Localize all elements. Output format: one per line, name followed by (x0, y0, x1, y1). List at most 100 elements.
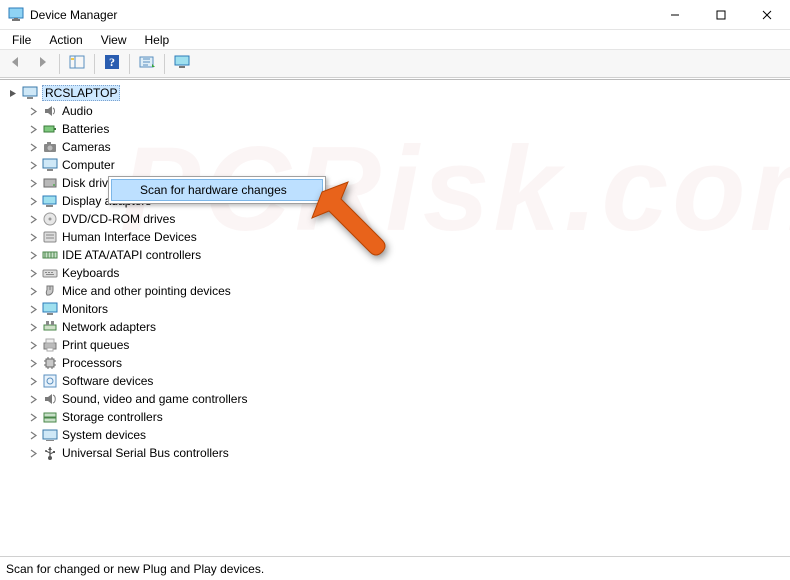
close-button[interactable] (744, 0, 790, 30)
device-category-icon (42, 445, 58, 461)
tree-item[interactable]: Cameras (26, 138, 790, 156)
tree-item[interactable]: Batteries (26, 120, 790, 138)
expander-icon[interactable] (6, 86, 20, 100)
expander-icon[interactable] (26, 392, 40, 406)
toolbar-separator (164, 54, 165, 74)
tree-item[interactable]: System devices (26, 426, 790, 444)
tree-item[interactable]: Human Interface Devices (26, 228, 790, 246)
expander-icon[interactable] (26, 230, 40, 244)
ctx-scan-hardware-changes[interactable]: Scan for hardware changes (111, 179, 323, 201)
menubar: File Action View Help (0, 30, 790, 50)
device-category-icon (42, 391, 58, 407)
tree-item-label: Print queues (62, 338, 129, 352)
device-category-icon (42, 103, 58, 119)
show-hide-tree-button[interactable] (65, 53, 89, 75)
arrow-left-icon (8, 55, 24, 72)
device-category-icon (42, 211, 58, 227)
back-button[interactable] (4, 53, 28, 75)
expander-icon[interactable] (26, 410, 40, 424)
tree-item[interactable]: Keyboards (26, 264, 790, 282)
menu-help[interactable]: Help (137, 31, 178, 49)
tree-item-label: DVD/CD-ROM drives (62, 212, 175, 226)
device-category-icon (42, 373, 58, 389)
tree-item-label: Computer (62, 158, 115, 172)
forward-button[interactable] (30, 53, 54, 75)
device-category-icon (42, 157, 58, 173)
monitor-button[interactable] (170, 53, 194, 75)
tree-item-label: Sound, video and game controllers (62, 392, 247, 406)
tree-item-label: Mice and other pointing devices (62, 284, 231, 298)
device-tree-pane[interactable]: RCSLAPTOP Audio Batteries Cameras Computer D… (0, 79, 790, 547)
expander-icon[interactable] (26, 428, 40, 442)
tree-item-label: Monitors (62, 302, 108, 316)
expander-icon[interactable] (26, 104, 40, 118)
device-category-icon (42, 409, 58, 425)
expander-icon[interactable] (26, 176, 40, 190)
scan-icon (139, 55, 155, 72)
device-category-icon (42, 337, 58, 353)
menu-file[interactable]: File (4, 31, 39, 49)
expander-icon[interactable] (26, 212, 40, 226)
expander-icon[interactable] (26, 302, 40, 316)
tree-item[interactable]: Print queues (26, 336, 790, 354)
context-menu: Scan for hardware changes (108, 176, 326, 204)
tree-item[interactable]: Computer (26, 156, 790, 174)
expander-icon[interactable] (26, 356, 40, 370)
expander-icon[interactable] (26, 248, 40, 262)
tree-item[interactable]: Storage controllers (26, 408, 790, 426)
device-category-icon (42, 139, 58, 155)
tree-item[interactable]: Sound, video and game controllers (26, 390, 790, 408)
device-category-icon (42, 247, 58, 263)
tree-item-label: IDE ATA/ATAPI controllers (62, 248, 201, 262)
toolbar-separator (129, 54, 130, 74)
expander-icon[interactable] (26, 320, 40, 334)
help-button[interactable]: ? (100, 53, 124, 75)
tree-item-label: Software devices (62, 374, 153, 388)
tree-item[interactable]: Monitors (26, 300, 790, 318)
display-icon (174, 55, 190, 72)
expander-icon[interactable] (26, 284, 40, 298)
expander-icon[interactable] (26, 140, 40, 154)
tree-item-label: Audio (62, 104, 93, 118)
expander-icon[interactable] (26, 194, 40, 208)
menu-action[interactable]: Action (41, 31, 90, 49)
device-category-icon (42, 319, 58, 335)
tree-item-label: System devices (62, 428, 146, 442)
tree-item[interactable]: IDE ATA/ATAPI controllers (26, 246, 790, 264)
tree-root[interactable]: RCSLAPTOP (6, 84, 790, 102)
toolbar-separator (94, 54, 95, 74)
titlebar: Device Manager (0, 0, 790, 30)
tree-item-label: Batteries (62, 122, 109, 136)
expander-icon[interactable] (26, 122, 40, 136)
device-category-icon (42, 355, 58, 371)
tree-item[interactable]: Network adapters (26, 318, 790, 336)
scan-hardware-button[interactable] (135, 53, 159, 75)
tree-item-label: Universal Serial Bus controllers (62, 446, 229, 460)
statusbar-text: Scan for changed or new Plug and Play de… (6, 562, 264, 576)
tree-root-label: RCSLAPTOP (42, 85, 120, 101)
tree-item[interactable]: DVD/CD-ROM drives (26, 210, 790, 228)
tree-item[interactable]: Universal Serial Bus controllers (26, 444, 790, 462)
expander-icon[interactable] (26, 158, 40, 172)
device-category-icon (42, 121, 58, 137)
tree-item-label: Keyboards (62, 266, 119, 280)
computer-icon (22, 85, 38, 101)
toolbar-separator (59, 54, 60, 74)
ctx-item-label: Scan for hardware changes (140, 183, 287, 197)
expander-icon[interactable] (26, 446, 40, 460)
device-category-icon (42, 193, 58, 209)
tree-item[interactable]: Processors (26, 354, 790, 372)
tree-pane-icon (69, 55, 85, 72)
device-category-icon (42, 427, 58, 443)
tree-item[interactable]: Audio (26, 102, 790, 120)
maximize-button[interactable] (698, 0, 744, 30)
expander-icon[interactable] (26, 374, 40, 388)
tree-item[interactable]: Mice and other pointing devices (26, 282, 790, 300)
statusbar: Scan for changed or new Plug and Play de… (0, 556, 790, 580)
menu-view[interactable]: View (93, 31, 135, 49)
tree-item[interactable]: Software devices (26, 372, 790, 390)
minimize-button[interactable] (652, 0, 698, 30)
device-category-icon (42, 265, 58, 281)
expander-icon[interactable] (26, 266, 40, 280)
expander-icon[interactable] (26, 338, 40, 352)
